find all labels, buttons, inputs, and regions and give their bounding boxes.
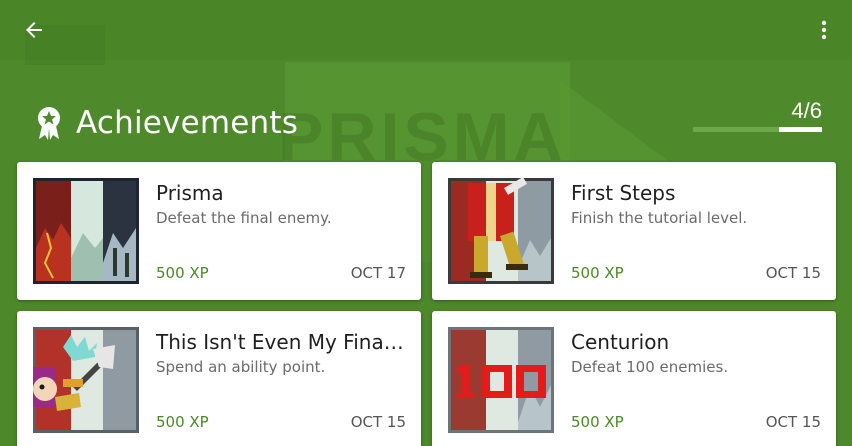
achievement-description: Defeat 100 enemies.	[571, 358, 729, 376]
overflow-menu-button[interactable]	[804, 12, 844, 52]
achievement-name: Centurion	[571, 330, 670, 354]
achievement-progress-bar	[693, 127, 822, 132]
achievement-xp: 500 XP	[156, 264, 209, 282]
achievement-card[interactable]: This Isn't Even My Final Form Spend an a…	[17, 311, 421, 446]
achievement-name: Prisma	[156, 181, 224, 205]
prisma-art-icon	[33, 178, 139, 284]
achievement-name: This Isn't Even My Final Form	[156, 330, 408, 354]
achievement-xp: 500 XP	[571, 413, 624, 431]
achievement-date: OCT 17	[350, 264, 406, 282]
achievement-xp: 500 XP	[156, 413, 209, 431]
achievement-card[interactable]: Centurion Defeat 100 enemies. 500 XP OCT…	[432, 311, 836, 446]
page-title: Achievements	[76, 105, 299, 141]
page-header: Achievements	[34, 100, 298, 146]
back-button[interactable]	[14, 12, 54, 52]
award-ribbon-icon	[34, 105, 64, 141]
achievement-description: Spend an ability point.	[156, 358, 326, 376]
achievement-xp: 500 XP	[571, 264, 624, 282]
more-vert-icon	[812, 18, 836, 46]
achievement-progress-fill	[779, 127, 822, 132]
achievement-description: Defeat the final enemy.	[156, 209, 332, 227]
achievement-card[interactable]: First Steps Finish the tutorial level. 5…	[432, 162, 836, 300]
warrior-axe-icon	[33, 327, 139, 433]
achievement-date: OCT 15	[765, 264, 821, 282]
achievement-date: OCT 15	[350, 413, 406, 431]
achievement-name: First Steps	[571, 181, 676, 205]
hundred-icon	[448, 327, 554, 433]
achievement-progress-count: 4/6	[791, 98, 822, 123]
arrow-left-icon	[22, 18, 46, 46]
achievements-screen: PRISMA Achievements 4/6 Prisma Defeat th…	[0, 0, 852, 446]
app-bar	[0, 0, 852, 64]
achievement-date: OCT 15	[765, 413, 821, 431]
marching-soldier-icon	[448, 178, 554, 284]
achievement-description: Finish the tutorial level.	[571, 209, 748, 227]
achievement-card[interactable]: Prisma Defeat the final enemy. 500 XP OC…	[17, 162, 421, 300]
